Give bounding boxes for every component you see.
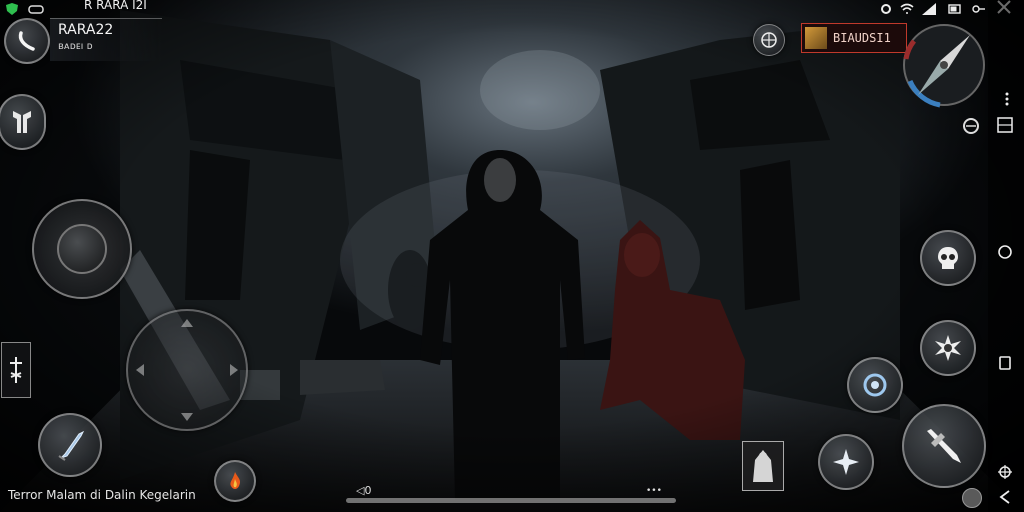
compass-button[interactable] (900, 21, 988, 111)
media-indicator: ◁0 (356, 484, 372, 497)
game-scene-background (0, 0, 1024, 512)
attack-button[interactable] (902, 404, 986, 488)
dagger-attack-icon (927, 429, 961, 463)
skull-skill-button[interactable] (920, 230, 976, 286)
side-menu-button[interactable] (1, 342, 31, 398)
item-slot[interactable] (742, 441, 784, 491)
coin-icon (805, 27, 827, 49)
weapon-button[interactable] (38, 413, 102, 477)
scene-title: Terror Malam di Dalin Kegelarin (8, 488, 196, 502)
warrior-class-icon (13, 111, 31, 133)
key-icon (972, 0, 986, 13)
profile-small-icon[interactable] (962, 488, 982, 508)
side-menu-icon (10, 357, 22, 383)
back-nav-icon[interactable] (996, 488, 1014, 506)
star-skill-icon (833, 449, 859, 475)
player-subtext: ʙᴀᴅᴇı ᴅ (58, 41, 93, 52)
currency-display[interactable]: BIAUDSI1 (801, 23, 907, 53)
search-map-icon[interactable] (960, 115, 982, 137)
more-options-icon[interactable] (998, 90, 1016, 108)
shield-ring-icon (863, 373, 887, 397)
settings-status-icon (880, 0, 894, 14)
skull-icon (938, 247, 958, 269)
cloak-item-icon (753, 450, 773, 482)
compass-icon (903, 24, 985, 108)
signal-icon (922, 0, 936, 15)
back-arrow-icon (18, 31, 35, 51)
game-screen: R RARA I2I RARA22 ʙᴀᴅᴇı ᴅ BIAUDSI1 Terro… (0, 0, 1024, 512)
wifi-icon (900, 0, 914, 14)
movement-joystick[interactable] (32, 199, 132, 299)
star-skill-button[interactable] (818, 434, 874, 490)
recents-icon[interactable] (996, 354, 1014, 372)
class-button[interactable] (0, 94, 46, 150)
sword-icon (58, 430, 85, 461)
campfire-button[interactable] (214, 460, 256, 502)
battery-icon (948, 0, 962, 14)
player-name: RARA22 (58, 22, 114, 38)
status-title: R RARA I2I (84, 0, 147, 12)
campfire-icon (230, 472, 241, 489)
shield-status-icon (6, 0, 20, 15)
controller-status-icon (28, 0, 44, 14)
game-tools-icon[interactable] (996, 463, 1014, 481)
globe-icon (761, 32, 777, 48)
aim-arrows-icon (136, 319, 238, 421)
burst-skill-icon (935, 335, 961, 361)
burst-skill-button[interactable] (920, 320, 976, 376)
player-panel: RARA22 ʙᴀᴅᴇı ᴅ (50, 18, 162, 61)
joystick-icon (57, 224, 107, 274)
currency-label: BIAUDSI1 (833, 31, 891, 45)
back-button[interactable] (4, 18, 50, 64)
globe-button[interactable] (753, 24, 785, 56)
home-icon[interactable] (996, 243, 1014, 261)
screenshot-icon[interactable] (996, 116, 1014, 134)
shield-skill-button[interactable] (847, 357, 903, 413)
aim-joystick[interactable] (126, 309, 248, 431)
home-indicator-bar[interactable] (346, 498, 676, 503)
page-dots: ••• (646, 486, 662, 496)
